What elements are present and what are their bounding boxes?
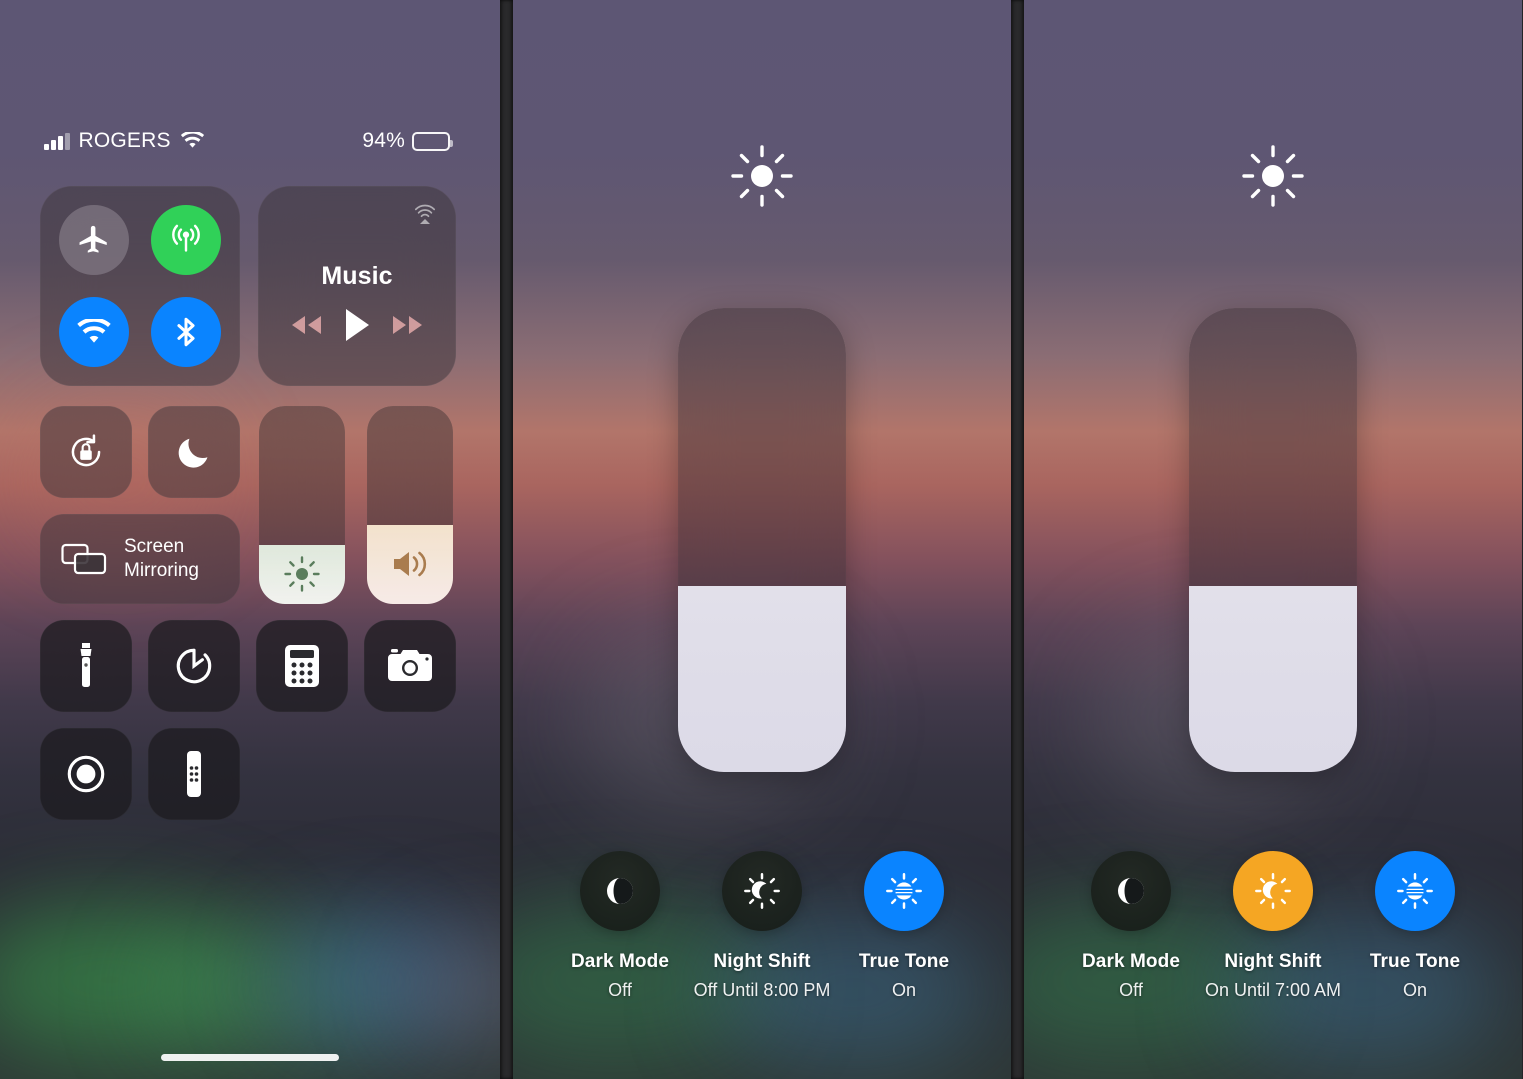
night-shift-circle[interactable]: [722, 851, 802, 931]
brightness-sun-icon: [284, 556, 320, 592]
screen-mirroring-label-2: Mirroring: [124, 560, 199, 581]
dark-mode-icon: [1118, 878, 1144, 904]
brightness-slider-expanded[interactable]: [678, 308, 846, 772]
flashlight-button[interactable]: [40, 620, 132, 712]
dark-mode-toggle[interactable]: Dark Mode Off: [1060, 851, 1202, 1001]
screen-recording-button[interactable]: [40, 728, 132, 820]
rotation-lock-button[interactable]: [40, 406, 132, 498]
play-icon: [345, 309, 369, 341]
true-tone-toggle[interactable]: True Tone On: [1344, 851, 1486, 1001]
true-tone-state: On: [1402, 980, 1427, 1000]
battery-percent-label: 94%: [362, 129, 405, 152]
battery-icon: [412, 131, 453, 151]
night-shift-icon: [1255, 873, 1291, 909]
airplane-mode-button[interactable]: [59, 205, 129, 275]
shortcut-tiles: [40, 620, 460, 820]
true-tone-toggle[interactable]: True Tone On: [833, 851, 975, 1001]
rewind-button[interactable]: [289, 314, 323, 336]
rotation-lock-icon: [71, 434, 101, 467]
sun-icon: [1240, 143, 1306, 209]
panel-divider-1: [500, 0, 513, 1079]
display-toggles-right: Dark Mode Off Night Shift On Until 7:00 …: [1024, 851, 1522, 1001]
speaker-waves-icon: [394, 552, 427, 577]
night-shift-label: Night Shift: [713, 951, 811, 972]
panel-divider-2: [1011, 0, 1024, 1079]
status-bar: ROGERS 94%: [0, 122, 500, 160]
timer-button[interactable]: [148, 620, 240, 712]
apple-tv-remote-button[interactable]: [148, 728, 240, 820]
timer-icon: [176, 648, 212, 684]
night-shift-circle[interactable]: [1233, 851, 1313, 931]
brightness-expanded-panel-right: Dark Mode Off Night Shift On Until 7:00 …: [1024, 0, 1522, 1079]
screenshot-stage: ROGERS 94% Music Screen Mirroring Dark M…: [0, 0, 1523, 1079]
brightness-expanded-panel-middle: Dark Mode Off Night Shift Off Until 8:00…: [513, 0, 1011, 1079]
dark-mode-label: Dark Mode: [570, 951, 670, 972]
night-shift-toggle[interactable]: Night Shift On Until 7:00 AM: [1202, 851, 1344, 1001]
true-tone-icon: [1397, 873, 1433, 909]
camera-icon: [388, 649, 432, 681]
carrier-label: ROGERS: [78, 129, 171, 152]
true-tone-circle[interactable]: [1375, 851, 1455, 931]
night-shift-icon: [744, 873, 780, 909]
home-indicator[interactable]: [161, 1054, 339, 1061]
brightness-slider-expanded[interactable]: [1189, 308, 1357, 772]
night-shift-state: Off Until 8:00 PM: [693, 980, 831, 1000]
fast-forward-button[interactable]: [391, 314, 425, 336]
record-icon: [67, 755, 105, 793]
screen-mirroring-button[interactable]: Screen Mirroring: [40, 514, 240, 604]
bluetooth-button[interactable]: [151, 297, 221, 367]
brightness-slider-fill: [259, 544, 345, 604]
fast-forward-icon: [392, 316, 422, 334]
wifi-button[interactable]: [59, 297, 129, 367]
rewind-icon: [292, 316, 322, 334]
bluetooth-icon: [177, 317, 195, 347]
airplane-icon: [79, 225, 107, 253]
night-shift-state: On Until 7:00 AM: [1204, 980, 1342, 1000]
flashlight-icon: [80, 643, 92, 687]
wifi-icon: [77, 318, 111, 343]
volume-slider[interactable]: [367, 406, 453, 604]
true-tone-label: True Tone: [858, 951, 950, 972]
cellular-antenna-icon: [172, 224, 200, 252]
dark-mode-state: Off: [608, 980, 632, 1000]
calculator-button[interactable]: [256, 620, 348, 712]
night-shift-toggle[interactable]: Night Shift Off Until 8:00 PM: [691, 851, 833, 1001]
play-button[interactable]: [342, 308, 372, 342]
brightness-slider-fill: [1189, 586, 1357, 772]
night-shift-label: Night Shift: [1224, 951, 1322, 972]
wifi-icon: [180, 132, 204, 148]
dark-mode-toggle[interactable]: Dark Mode Off: [549, 851, 691, 1001]
true-tone-icon: [886, 873, 922, 909]
sun-icon: [729, 143, 795, 209]
dark-mode-icon: [607, 878, 633, 904]
airplay-icon[interactable]: [410, 198, 440, 228]
dark-mode-state: Off: [1119, 980, 1143, 1000]
music-title: Music: [321, 262, 393, 290]
display-toggles-middle: Dark Mode Off Night Shift Off Until 8:00…: [513, 851, 1011, 1001]
cellular-data-button[interactable]: [151, 205, 221, 275]
volume-slider-fill: [367, 524, 453, 604]
screen-mirroring-label-1: Screen: [124, 536, 185, 557]
control-center-panel: ROGERS 94% Music Screen Mirroring: [0, 0, 500, 1079]
brightness-slider-fill: [678, 586, 846, 772]
true-tone-label: True Tone: [1369, 951, 1461, 972]
connectivity-module: [40, 186, 240, 386]
cellular-bars-icon: [44, 132, 70, 150]
do-not-disturb-button[interactable]: [148, 406, 240, 498]
music-module[interactable]: Music: [258, 186, 456, 386]
screen-mirroring-icon: [61, 543, 107, 575]
true-tone-circle[interactable]: [864, 851, 944, 931]
true-tone-state: On: [891, 980, 916, 1000]
dark-mode-label: Dark Mode: [1081, 951, 1181, 972]
camera-button[interactable]: [364, 620, 456, 712]
brightness-slider[interactable]: [259, 406, 345, 604]
dark-mode-circle[interactable]: [580, 851, 660, 931]
calculator-icon: [285, 645, 319, 687]
remote-icon: [187, 751, 201, 797]
dark-mode-circle[interactable]: [1091, 851, 1171, 931]
moon-icon: [178, 438, 208, 468]
